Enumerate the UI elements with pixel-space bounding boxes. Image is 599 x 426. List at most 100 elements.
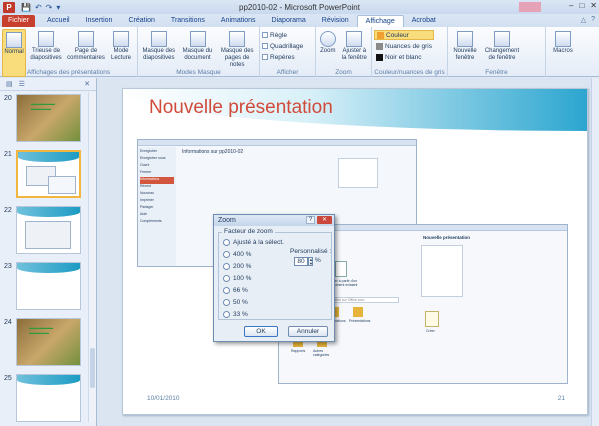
tab-creation[interactable]: Création: [120, 15, 162, 27]
tab-diaporama[interactable]: Diaporama: [264, 15, 314, 27]
radio-50[interactable]: 50 %: [223, 299, 248, 306]
slides-tab-icon[interactable]: ▤: [6, 80, 13, 88]
radio-fit[interactable]: Ajusté à la sélect.: [223, 239, 284, 246]
group-show: Règle Quadrillage Repères Afficher: [260, 27, 316, 77]
button-label: Mode Lecture: [110, 48, 131, 61]
radio-circle: [223, 311, 230, 318]
slide-thumbnail-25[interactable]: [16, 374, 81, 422]
tab-affichage[interactable]: Affichage: [356, 15, 404, 27]
slide-title[interactable]: Nouvelle présentation: [149, 97, 333, 119]
tab-transitions[interactable]: Transitions: [163, 15, 213, 27]
grayscale-button[interactable]: Nuances de gris: [374, 41, 434, 51]
radio-400[interactable]: 400 %: [223, 251, 251, 258]
black-white-swatch: [376, 53, 383, 61]
group-label: Afficher: [276, 69, 299, 76]
custom-zoom-input[interactable]: 80: [294, 257, 308, 266]
slide-number: 22: [4, 207, 12, 214]
tab-animations[interactable]: Animations: [213, 15, 264, 27]
radio-circle: [223, 299, 230, 306]
radio-33[interactable]: 33 %: [223, 311, 248, 318]
undo-icon[interactable]: ↶: [35, 3, 42, 12]
tab-acrobat[interactable]: Acrobat: [404, 15, 444, 27]
color-swatch: [377, 31, 384, 39]
outline-tab-icon[interactable]: ☰: [19, 80, 25, 88]
ribbon-tabs: Fichier Accueil Insertion Création Trans…: [0, 14, 599, 27]
group-macros: Macros: [546, 27, 586, 77]
slide-number: 23: [4, 263, 12, 270]
radio-circle: [223, 287, 230, 294]
minimize-button[interactable]: ‒: [569, 1, 573, 10]
guides-checkbox[interactable]: Repères: [262, 52, 303, 62]
notes-master-icon: [229, 31, 246, 47]
cancel-button[interactable]: Annuler: [288, 326, 328, 337]
checkbox-label: Quadrillage: [270, 42, 304, 50]
radio-label: 66 %: [233, 287, 248, 294]
button-label: Nouvelle fenêtre: [453, 48, 477, 61]
scroll-thumb[interactable]: [90, 348, 95, 388]
radio-100[interactable]: 100 %: [223, 275, 251, 282]
group-color-grayscale: Couleur Nuances de gris Noir et blanc Co…: [372, 27, 448, 77]
radio-200[interactable]: 200 %: [223, 263, 251, 270]
tab-accueil[interactable]: Accueil: [39, 15, 78, 27]
menu-item: Ouvrir: [140, 163, 150, 167]
radio-label: 33 %: [233, 311, 248, 318]
help-icon[interactable]: ?: [591, 16, 595, 24]
tab-fichier[interactable]: Fichier: [2, 15, 36, 27]
close-panel-icon[interactable]: ✕: [84, 80, 90, 88]
slide-sorter-icon: [38, 31, 54, 47]
slide-thumbnail-20[interactable]: ▬▬▬▬▬▬ ▬▬▬▬▬: [16, 94, 81, 142]
create-label: Créer: [426, 329, 435, 333]
button-label: Ajuster à la fenêtre: [341, 48, 367, 61]
percent-sign: %: [315, 257, 321, 264]
dialog-close-button[interactable]: ✕: [317, 216, 332, 224]
black-white-button[interactable]: Noir et blanc: [374, 52, 434, 62]
checkbox-box: [262, 54, 268, 60]
group-master-views: Masque des diapositives Masque du docume…: [138, 27, 260, 77]
thumb-screenshot: [25, 221, 71, 249]
fit-window-icon: [346, 31, 363, 47]
menu-item: Imprimer: [140, 198, 154, 202]
save-icon[interactable]: 💾: [21, 3, 31, 12]
dialog-help-button[interactable]: ?: [306, 216, 315, 224]
slide-master-icon: [150, 31, 167, 47]
slide-thumbnail-23[interactable]: [16, 262, 81, 310]
checkbox-label: Repères: [270, 53, 295, 61]
button-label: Masque des pages de notes: [220, 48, 254, 68]
customize-icon[interactable]: ▾: [56, 3, 60, 12]
panel-scrollbar[interactable]: [88, 92, 96, 422]
slide-thumbnail-24[interactable]: ▬▬▬▬▬▬ ▬▬▬▬▬: [16, 318, 81, 366]
gridlines-checkbox[interactable]: Quadrillage: [262, 41, 303, 51]
powerpoint-app-icon[interactable]: P: [3, 1, 15, 13]
redo-icon[interactable]: ↷: [46, 3, 53, 12]
ok-button[interactable]: OK: [244, 326, 278, 337]
radio-66[interactable]: 66 %: [223, 287, 248, 294]
slide-canvas[interactable]: Nouvelle présentation Enregistrer Enregi…: [122, 88, 588, 415]
zoom-spinner[interactable]: ▲ ▼: [308, 257, 313, 266]
close-button[interactable]: ✕: [590, 1, 597, 10]
maximize-button[interactable]: □: [579, 1, 584, 10]
minimize-ribbon-icon[interactable]: △: [581, 16, 586, 24]
ruler-checkbox[interactable]: Règle: [262, 30, 303, 40]
backstage-heading: Informations sur pp2010-02: [182, 149, 244, 155]
button-label: Macros: [553, 48, 573, 54]
backstage-menu: Enregistrer Enregistrer sous Ouvrir Ferm…: [138, 147, 176, 266]
color-button[interactable]: Couleur: [374, 30, 434, 40]
slide-thumbnail-22[interactable]: [16, 206, 81, 254]
tab-revision[interactable]: Révision: [314, 15, 357, 27]
macros-button[interactable]: Macros: [548, 29, 578, 77]
tab-insertion[interactable]: Insertion: [78, 15, 121, 27]
zoom-factor-legend: Facteur de zoom: [222, 228, 275, 235]
radio-label: 50 %: [233, 299, 248, 306]
thumb-text: ▬▬▬▬▬▬ ▬▬▬▬▬: [29, 325, 53, 335]
thumb-wave: [17, 263, 80, 273]
ribbon: Normal Trieuse de diapositives Page de c…: [0, 27, 599, 77]
tile-label: Rapports: [291, 349, 306, 353]
slide-thumbnail-21[interactable]: [16, 150, 81, 198]
new-window-icon: [457, 31, 473, 47]
window-controls: ‒ □ ✕: [569, 1, 597, 10]
thumb-text: ▬▬▬▬▬▬ ▬▬▬▬▬: [31, 101, 55, 111]
switch-windows-icon: [494, 31, 510, 47]
group-presentation-views: Normal Trieuse de diapositives Page de c…: [0, 27, 138, 77]
main-scrollbar[interactable]: [591, 78, 599, 426]
custom-zoom-label: Personnalisé :: [290, 248, 332, 255]
